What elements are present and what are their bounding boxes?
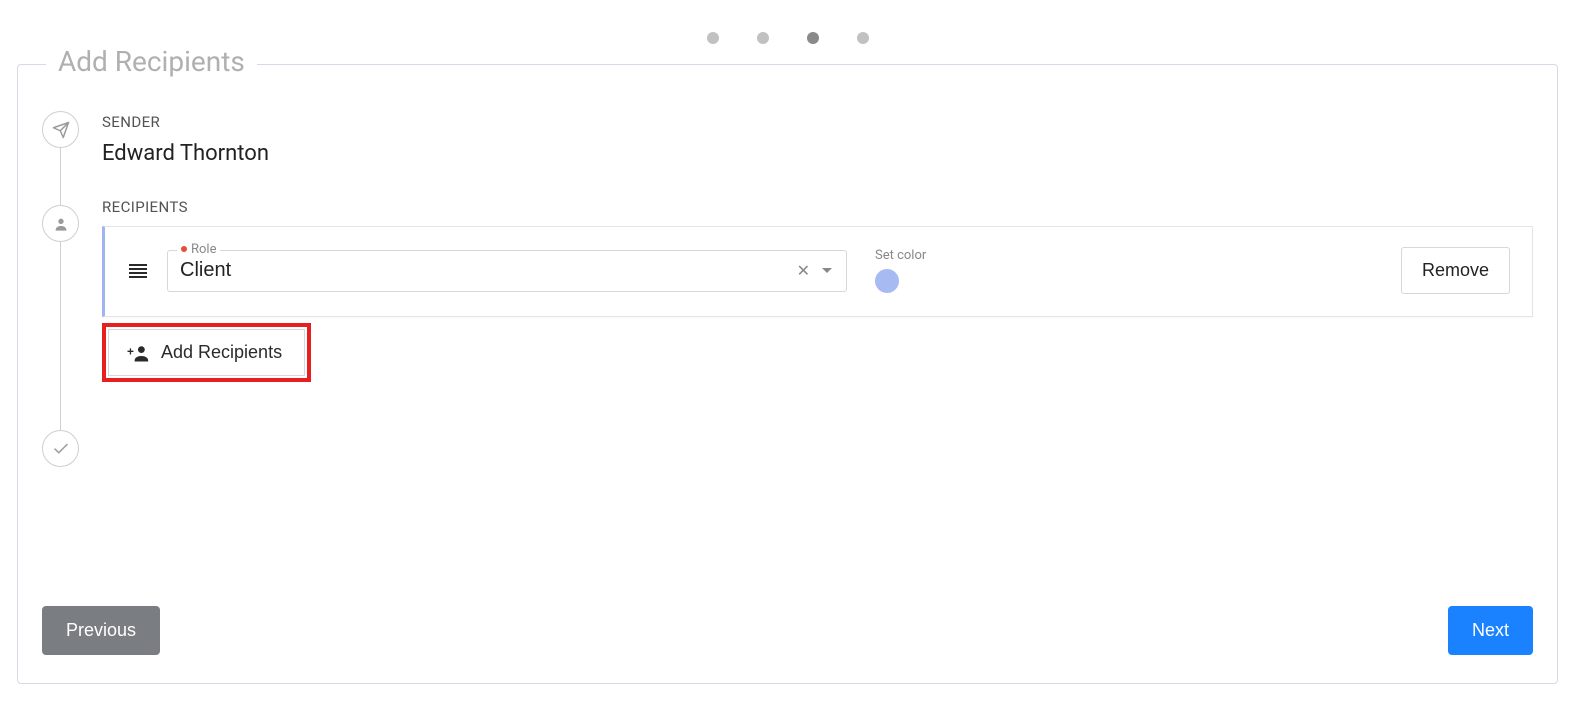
panel-title: Add Recipients [46,45,257,78]
clear-icon[interactable]: ✕ [791,257,816,284]
role-field-label: Role [177,242,220,257]
sender-name: Edward Thornton [102,141,1533,166]
chevron-down-icon[interactable] [822,268,832,273]
sender-label: SENDER [102,113,1533,131]
step-dot-3[interactable] [807,32,819,44]
person-icon [42,205,79,242]
recipients-label: RECIPIENTS [102,198,1533,216]
required-dot-icon [181,246,187,252]
role-field: Role ✕ [167,250,847,292]
send-icon [42,111,79,148]
role-label-text: Role [191,242,216,257]
timeline-connector [60,141,61,441]
color-swatch[interactable] [875,269,899,293]
add-recipients-panel: Add Recipients SENDER Edward Thornton [17,64,1558,684]
timeline: SENDER Edward Thornton RECIPIENTS Role ✕ [42,111,1533,382]
role-input[interactable] [180,259,791,282]
add-recipients-label: Add Recipients [161,342,282,363]
person-add-icon: + [127,344,149,362]
set-color-label: Set color [875,248,926,263]
step-dot-2[interactable] [757,32,769,44]
footer-nav: Previous Next [42,606,1533,655]
role-input-box[interactable]: ✕ [167,250,847,292]
check-icon [42,430,79,467]
step-dot-4[interactable] [857,32,869,44]
add-recipients-button[interactable]: + Add Recipients [108,329,305,376]
recipients-section: RECIPIENTS Role ✕ [102,196,1533,382]
previous-button[interactable]: Previous [42,606,160,655]
set-color-field: Set color [875,248,926,293]
next-button[interactable]: Next [1448,606,1533,655]
step-dot-1[interactable] [707,32,719,44]
add-recipients-highlight: + Add Recipients [102,323,311,382]
drag-handle-icon[interactable] [127,260,149,282]
sender-section: SENDER Edward Thornton [102,111,1533,166]
svg-text:+: + [127,344,134,358]
remove-button[interactable]: Remove [1401,247,1510,294]
recipient-card: Role ✕ Set color Remove [102,226,1533,317]
